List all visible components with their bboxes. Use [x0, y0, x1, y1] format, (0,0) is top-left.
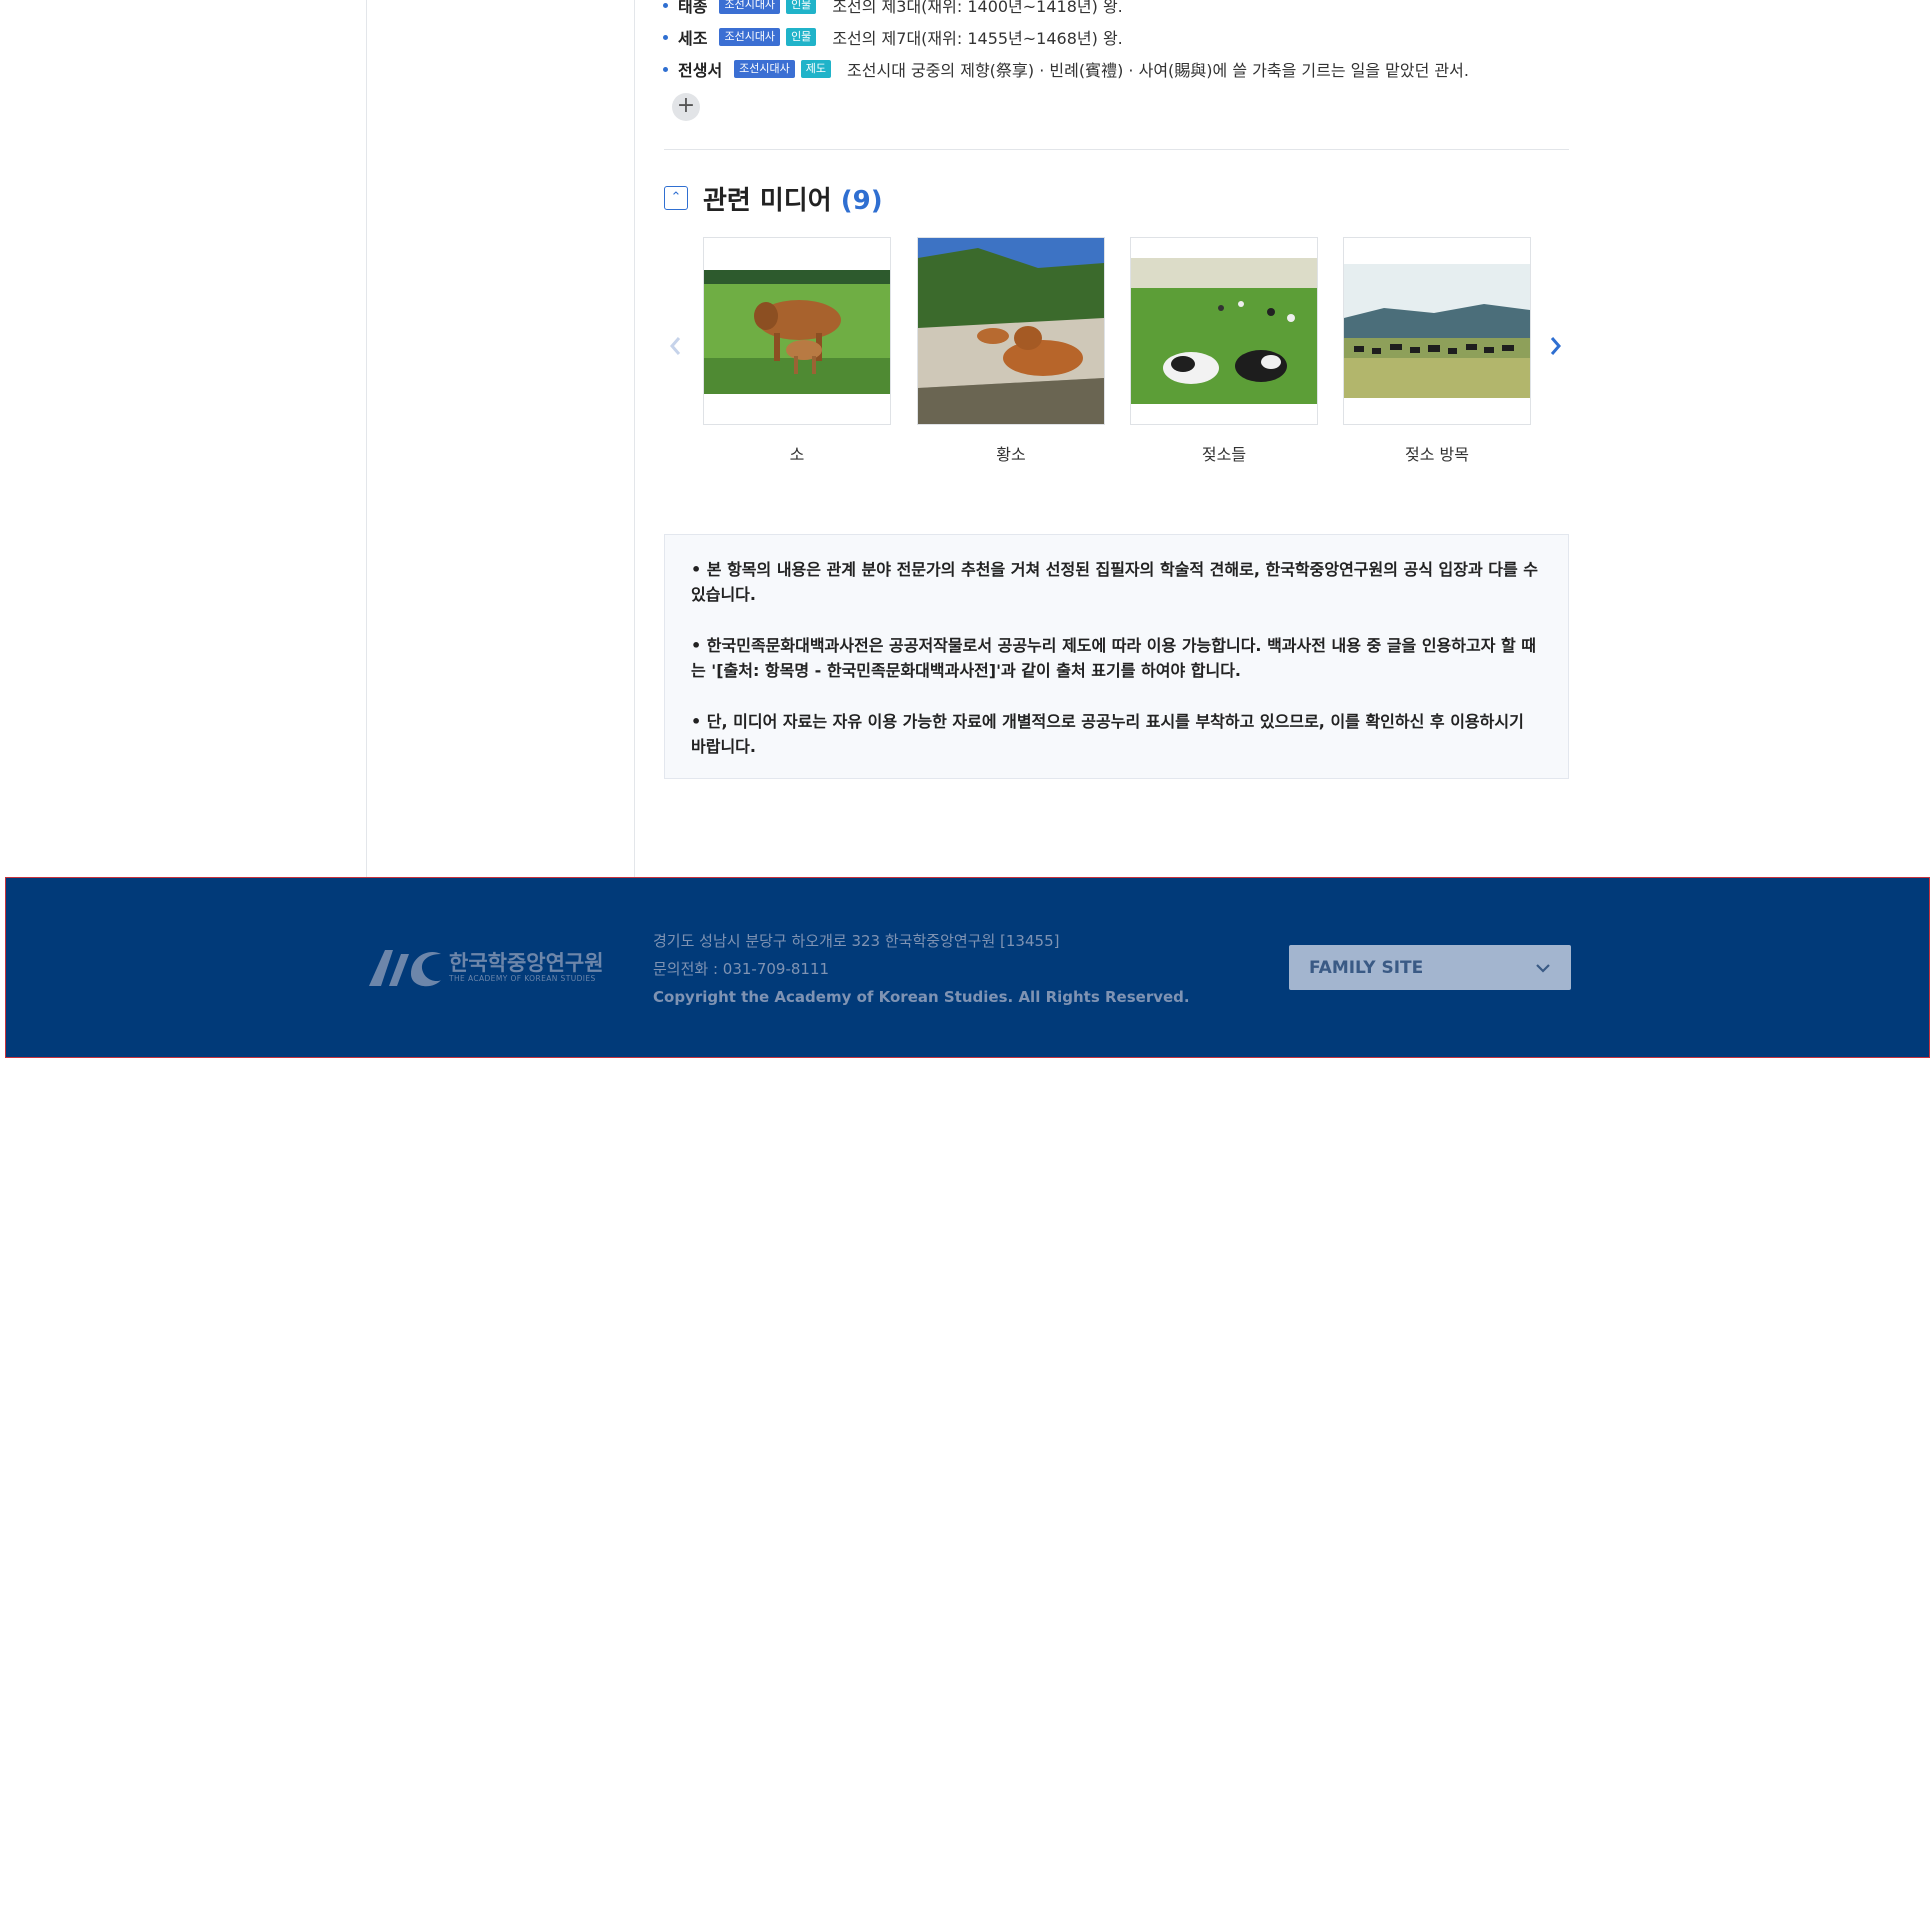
type-tag: 제도	[800, 60, 832, 78]
media-thumbnail[interactable]	[1130, 237, 1318, 425]
media-title-text: 관련 미디어	[703, 186, 832, 216]
related-item-name: 세조	[678, 29, 708, 48]
chevron-right-icon	[1550, 337, 1561, 355]
bull-riverbank-image	[918, 238, 1104, 424]
carousel-prev-button[interactable]	[668, 334, 684, 364]
related-item-desc: 조선의 제7대(재위: 1455년~1468년) 왕.	[832, 29, 1123, 48]
chevron-left-icon	[670, 337, 681, 355]
notice-paragraph: • 단, 미디어 자료는 자유 이용 가능한 자료에 개별적으로 공공누리 표시…	[691, 712, 1524, 756]
carousel-next-button[interactable]	[1547, 334, 1563, 364]
media-count: (9)	[840, 186, 883, 216]
media-caption: 젖소 방목	[1405, 445, 1469, 464]
era-tag: 조선시대사	[734, 60, 795, 78]
media-thumbnail[interactable]	[917, 237, 1105, 425]
media-thumbnail[interactable]	[703, 237, 891, 425]
bullet-icon	[663, 34, 668, 40]
notice-paragraph: • 본 항목의 내용은 관계 분야 전문가의 추천을 거쳐 선정된 집필자의 학…	[691, 560, 1539, 604]
footer-contact: 경기도 성남시 분당구 하오개로 323 한국학중앙연구원 [13455] 문의…	[653, 927, 1190, 1011]
aks-logo[interactable]: 한국학중앙연구원 THE ACADEMY OF KOREAN STUDIES	[367, 944, 604, 990]
era-tag: 조선시대사	[719, 28, 781, 46]
media-caption: 소	[789, 445, 805, 464]
related-item[interactable]: 태종 조선시대사 인물 조선의 제3대(재위: 1400년~1418년) 왕.	[663, 0, 1123, 17]
footer-copyright: Copyright the Academy of Korean Studies.…	[653, 988, 1190, 1006]
chevron-down-icon	[1536, 963, 1550, 973]
aks-emblem-icon	[369, 950, 441, 987]
family-site-label: FAMILY SITE	[1309, 957, 1424, 978]
media-caption: 젖소들	[1201, 445, 1247, 464]
dairy-cows-image	[1131, 258, 1317, 404]
related-item-desc: 조선시대 궁중의 제향(祭享) · 빈례(賓禮) · 사여(賜與)에 쓸 가축을…	[847, 61, 1469, 80]
copyright-notice: • 본 항목의 내용은 관계 분야 전문가의 추천을 거쳐 선정된 집필자의 학…	[664, 534, 1569, 779]
site-footer: 한국학중앙연구원 THE ACADEMY OF KOREAN STUDIES 경…	[5, 877, 1930, 1058]
bullet-icon	[663, 66, 668, 72]
chevron-up-icon: ⌃	[670, 190, 682, 205]
media-caption: 황소	[996, 445, 1026, 464]
left-column-divider	[366, 0, 367, 877]
footer-address: 경기도 성남시 분당구 하오개로 323 한국학중앙연구원 [13455]	[653, 932, 1060, 950]
type-tag: 인물	[786, 28, 817, 46]
logo-korean-text: 한국학중앙연구원	[449, 950, 604, 975]
related-item-desc: 조선의 제3대(재위: 1400년~1418년) 왕.	[832, 0, 1123, 16]
related-item-name: 전생서	[678, 61, 723, 80]
bullet-icon	[663, 2, 668, 8]
notice-paragraph: • 한국민족문화대백과사전은 공공저작물로서 공공누리 제도에 따라 이용 가능…	[691, 636, 1537, 680]
footer-phone: 문의전화 : 031-709-8111	[653, 960, 830, 978]
related-item[interactable]: 세조 조선시대사 인물 조선의 제7대(재위: 1455년~1468년) 왕.	[663, 25, 1123, 49]
logo-english-text: THE ACADEMY OF KOREAN STUDIES	[449, 973, 596, 983]
family-site-select[interactable]: FAMILY SITE	[1289, 945, 1571, 990]
era-tag: 조선시대사	[719, 0, 781, 14]
more-related-button[interactable]: +	[672, 93, 700, 121]
collapse-toggle-button[interactable]: ⌃	[664, 186, 688, 210]
media-thumbnail[interactable]	[1343, 237, 1531, 425]
related-item[interactable]: 전생서 조선시대사 제도 조선시대 궁중의 제향(祭享) · 빈례(賓禮) · …	[663, 57, 1469, 81]
cow-calf-image	[704, 270, 890, 394]
media-section-title: 관련 미디어 (9)	[703, 180, 883, 217]
content-column-divider	[634, 0, 635, 877]
type-tag: 인물	[786, 0, 817, 14]
dairy-herd-pasture-image	[1344, 264, 1530, 398]
related-item-name: 태종	[678, 0, 708, 16]
section-divider	[664, 149, 1569, 150]
